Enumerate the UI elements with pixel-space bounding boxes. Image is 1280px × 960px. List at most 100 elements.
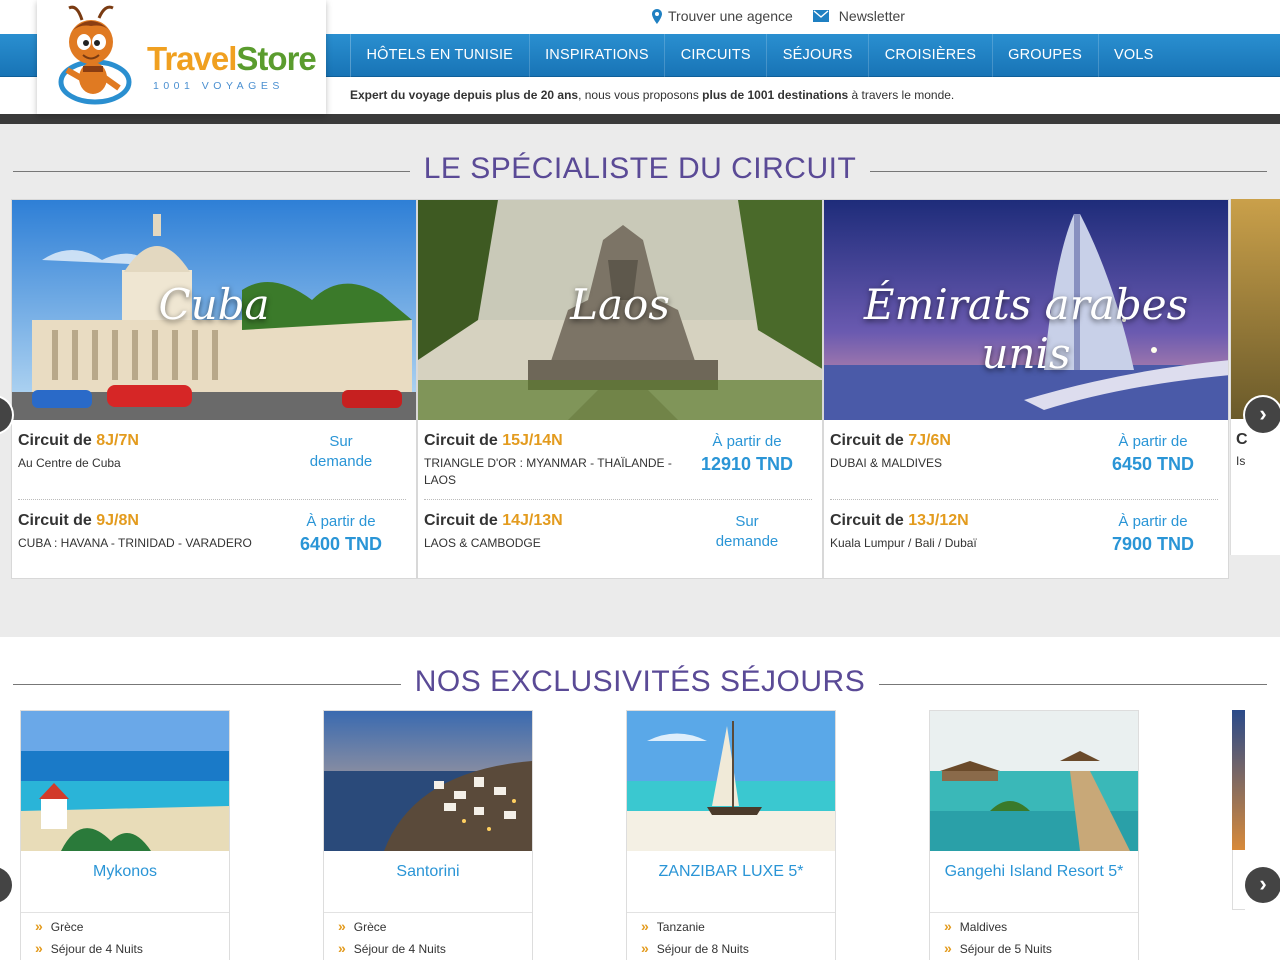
- sejour-image: [21, 711, 229, 851]
- nav-item-inspirations[interactable]: INSPIRATIONS: [528, 34, 665, 77]
- circuit-offer[interactable]: Circuit de 15J/14N TRIANGLE D'OR : MYANM…: [424, 420, 812, 499]
- circuit-offer[interactable]: Circuit de 7J/6N DUBAI & MALDIVES À part…: [830, 420, 1218, 499]
- circuit-offer[interactable]: Circuit de 9J/8N CUBA : HAVANA - TRINIDA…: [18, 499, 406, 578]
- chevron-right-icon: »: [944, 918, 952, 934]
- circuit-card-partial-image: [1231, 199, 1280, 419]
- sejour-image: [930, 711, 1138, 851]
- offer-title: Circuit de 14J/13N: [424, 512, 563, 530]
- offer-title: Circuit de 13J/12N: [830, 512, 969, 530]
- sejour-duration-label: Séjour de 4 Nuits: [50, 942, 143, 956]
- envelope-icon: [812, 10, 829, 22]
- tagline-bold-2: plus de 1001 destinations: [702, 88, 849, 102]
- offer-description: LAOS & CAMBODGE: [424, 536, 541, 550]
- sejours-section-title: NOS EXCLUSIVITÉS SÉJOURS: [414, 665, 866, 698]
- sejour-duration-label: Séjour de 5 Nuits: [959, 942, 1052, 956]
- offer-price-line1: À partir de: [306, 513, 376, 530]
- circuit-card-partial[interactable]: C Is: [1230, 199, 1280, 555]
- chevron-right-icon: »: [338, 918, 346, 934]
- sejours-prev-arrow[interactable]: ‹: [0, 867, 12, 903]
- offer-description: CUBA : HAVANA - TRINIDAD - VARADERO: [18, 536, 252, 550]
- offer-prefix: Circuit de: [18, 512, 97, 529]
- sejour-card[interactable]: Santorini » Grèce » Séjour de 4 Nuits: [323, 710, 533, 960]
- nav-item-croisieres[interactable]: CROISIÈRES: [868, 34, 991, 77]
- circuit-card[interactable]: Laos Circuit de 15J/14N TRIANGLE D'OR : …: [417, 199, 823, 579]
- offer-prefix: Circuit de: [18, 432, 97, 449]
- offer-prefix: Circuit de: [424, 432, 503, 449]
- sejour-card[interactable]: ZANZIBAR LUXE 5* » Tanzanie » Séjour de 8 …: [626, 710, 836, 960]
- offer-price-line2: demande: [715, 533, 779, 550]
- main-nav: HÔTELS EN TUNISIE INSPIRATIONS CIRCUITS …: [350, 34, 1169, 77]
- offer-description: Au Centre de Cuba: [18, 456, 121, 470]
- circuit-card-image: Laos: [418, 200, 822, 420]
- sejour-separator: [324, 912, 532, 913]
- nav-item-vols[interactable]: VOLS: [1097, 34, 1170, 77]
- sejour-duration: » Séjour de 4 Nuits: [35, 940, 143, 956]
- chevron-right-icon: »: [641, 918, 649, 934]
- sejour-name: Mykonos: [92, 863, 158, 880]
- chevron-right-icon: »: [35, 918, 43, 934]
- sejour-country-label: Maldives: [959, 920, 1008, 934]
- sejour-card-partial[interactable]: [1232, 710, 1245, 850]
- sejour-card-partial-body: [1232, 850, 1245, 910]
- offer-duration: 7J/6N: [908, 432, 951, 449]
- sejours-next-arrow[interactable]: ›: [1245, 867, 1280, 903]
- offer-price-amount: 12910 TND: [700, 454, 794, 474]
- nav-item-sejours[interactable]: SÉJOURS: [766, 34, 868, 77]
- sejour-card[interactable]: Gangehi Island Resort 5* » Maldives » Séjo…: [929, 710, 1139, 960]
- circuit-card[interactable]: Cuba Circuit de 8J/7N Au Centre de Cuba …: [11, 199, 417, 579]
- offer-description: TRIANGLE D'OR : MYANMAR - THAÏLANDE - LA…: [424, 456, 672, 487]
- offer-price-line1: Sur: [329, 433, 353, 450]
- offer-duration: 13J/12N: [908, 512, 969, 529]
- logo-subtitle: 1001 VOYAGES: [153, 80, 284, 92]
- site-logo[interactable]: TravelStore 1001 VOYAGES: [37, 0, 326, 114]
- circuit-card-image: Cuba: [12, 200, 416, 420]
- circuit-card[interactable]: Émirats arabes unis Circuit de 7J/6N DUB…: [823, 199, 1229, 579]
- circuit-card-image: Émirats arabes unis: [824, 200, 1228, 420]
- offer-duration: 14J/13N: [502, 512, 563, 529]
- circuit-offer[interactable]: Circuit de 14J/13N LAOS & CAMBODGE Sur de…: [424, 499, 812, 578]
- offer-prefix: Circuit de: [830, 512, 909, 529]
- newsletter-label: Newsletter: [838, 8, 905, 24]
- newsletter-link[interactable]: Newsletter: [812, 8, 905, 24]
- nav-item-groupes[interactable]: GROUPES: [991, 34, 1098, 77]
- offer-price-line1: À partir de: [1118, 433, 1188, 450]
- offer-price-amount: 6450 TND: [1111, 454, 1195, 474]
- sejour-image: [324, 711, 532, 851]
- ant-mascot-icon: [58, 5, 132, 105]
- offer-description: DUBAI & MALDIVES: [830, 456, 943, 470]
- find-agency-link[interactable]: Trouver une agence: [652, 8, 793, 24]
- circuit-destination-name: Émirats arabes unis: [863, 280, 1189, 378]
- sejour-duration: » Séjour de 4 Nuits: [338, 940, 446, 956]
- logo-wordmark: TravelStore: [147, 40, 317, 78]
- header-divider: [0, 114, 1280, 124]
- sejour-duration: » Séjour de 5 Nuits: [944, 940, 1052, 956]
- circuit-offer[interactable]: Circuit de 13J/12N Kuala Lumpur / Bali /…: [830, 499, 1218, 578]
- circuits-next-arrow[interactable]: ›: [1245, 397, 1280, 433]
- sejour-duration-label: Séjour de 4 Nuits: [353, 942, 446, 956]
- offer-price-line1: À partir de: [1118, 513, 1188, 530]
- sejour-name: Santorini: [396, 863, 460, 880]
- circuit-offer[interactable]: Circuit de 8J/7N Au Centre de Cuba Sur de…: [18, 420, 406, 499]
- sejour-card[interactable]: Mykonos » Grèce » Séjour de 4 Nuits: [20, 710, 230, 960]
- sejour-duration-label: Séjour de 8 Nuits: [656, 942, 749, 956]
- nav-item-hotels-tunisie[interactable]: HÔTELS EN TUNISIE: [350, 34, 529, 77]
- offer-price: Sur demande: [682, 512, 812, 552]
- offer-price-line1: Sur: [735, 513, 759, 530]
- offer-price: Sur demande: [276, 432, 406, 472]
- chevron-right-icon: »: [35, 940, 43, 956]
- partial-offer-title: C: [1236, 431, 1248, 448]
- partial-offer-desc: Is: [1236, 454, 1246, 468]
- circuits-section-title: LE SPÉCIALISTE DU CIRCUIT: [423, 152, 857, 185]
- nav-item-circuits[interactable]: CIRCUITS: [664, 34, 766, 77]
- sejour-name: ZANZIBAR LUXE 5*: [658, 863, 804, 880]
- offer-title: Circuit de 7J/6N: [830, 432, 951, 450]
- offer-title: Circuit de 8J/7N: [18, 432, 139, 450]
- offer-price: À partir de 6400 TND: [276, 512, 406, 554]
- tagline: Expert du voyage depuis plus de 20 ans, …: [350, 88, 954, 102]
- offer-price-line2: demande: [309, 453, 373, 470]
- sejour-country-label: Grèce: [50, 920, 84, 934]
- sejour-separator: [627, 912, 835, 913]
- offer-duration: 8J/7N: [96, 432, 139, 449]
- tagline-text-2: à travers le monde.: [848, 88, 955, 102]
- offer-title: Circuit de 9J/8N: [18, 512, 139, 530]
